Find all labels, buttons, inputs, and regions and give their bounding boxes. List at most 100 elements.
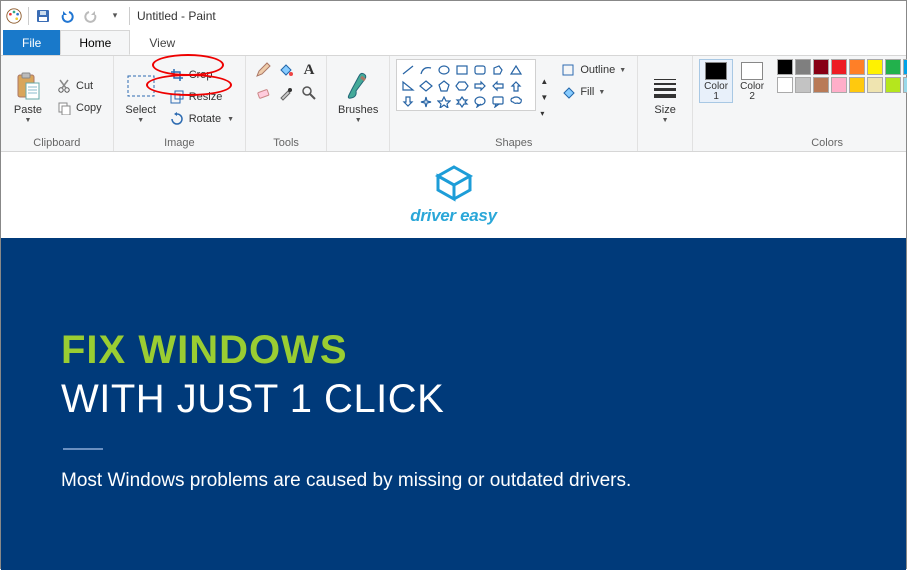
spacer xyxy=(644,135,686,151)
crop-label: Crop xyxy=(189,69,213,81)
pencil-tool[interactable] xyxy=(252,59,274,81)
paste-button[interactable]: Paste ▼ xyxy=(7,59,49,135)
shape-roundrect[interactable] xyxy=(471,62,489,78)
color-palette xyxy=(777,59,907,93)
tab-view[interactable]: View xyxy=(130,30,194,55)
palette-swatch[interactable] xyxy=(831,77,847,93)
ribbon-tabs: File Home View xyxy=(1,30,906,55)
shape-curve[interactable] xyxy=(417,62,435,78)
palette-swatch[interactable] xyxy=(795,59,811,75)
color2-button[interactable]: Color 2 xyxy=(735,59,769,103)
quick-access-toolbar: ▾ xyxy=(32,5,126,27)
brushes-label: Brushes xyxy=(338,104,378,116)
shape-pentagon[interactable] xyxy=(435,78,453,94)
shape-arrow-down[interactable] xyxy=(399,94,417,110)
shapes-scroll-down[interactable]: ▼ xyxy=(537,89,551,105)
shape-callout-round[interactable] xyxy=(471,94,489,110)
group-size: Size ▼ xyxy=(638,56,693,151)
eraser-tool[interactable] xyxy=(252,82,274,104)
shape-hexagon[interactable] xyxy=(453,78,471,94)
cut-button[interactable]: Cut xyxy=(51,75,107,97)
driver-easy-logo: driver easy xyxy=(410,164,497,226)
outline-button[interactable]: Outline ▼ xyxy=(555,59,631,81)
color1-label: Color 1 xyxy=(704,82,728,102)
palette-swatch[interactable] xyxy=(777,59,793,75)
shape-callout-rect[interactable] xyxy=(489,94,507,110)
group-image-label: Image xyxy=(120,135,239,151)
dropdown-caret-icon: ▼ xyxy=(227,116,234,123)
resize-button[interactable]: Resize xyxy=(164,86,239,108)
shape-5star[interactable] xyxy=(435,94,453,110)
brush-icon xyxy=(342,70,374,102)
shape-rect[interactable] xyxy=(453,62,471,78)
heading-line1: FIX WINDOWS xyxy=(61,328,906,373)
shape-callout-cloud[interactable] xyxy=(507,94,525,110)
select-button[interactable]: Select ▼ xyxy=(120,59,162,135)
outline-label: Outline xyxy=(580,64,615,76)
group-image: Select ▼ Crop Resize Rotate ▼ Image xyxy=(114,56,246,151)
resize-icon xyxy=(169,89,185,105)
group-shapes: ▲ ▼ ▾ Outline ▼ Fill ▼ Shapes xyxy=(390,56,638,151)
palette-swatch[interactable] xyxy=(795,77,811,93)
palette-swatch[interactable] xyxy=(885,77,901,93)
logo-text: driver easy xyxy=(410,206,497,226)
redo-icon[interactable] xyxy=(80,5,102,27)
shape-4star[interactable] xyxy=(417,94,435,110)
palette-swatch[interactable] xyxy=(831,59,847,75)
palette-swatch[interactable] xyxy=(849,59,865,75)
copy-button[interactable]: Copy xyxy=(51,97,107,119)
color-picker-tool[interactable] xyxy=(275,82,297,104)
fill-button[interactable]: Fill ▼ xyxy=(555,81,631,103)
shape-triangle[interactable] xyxy=(507,62,525,78)
text-tool[interactable]: A xyxy=(298,59,320,81)
magnifier-tool[interactable] xyxy=(298,82,320,104)
paste-label: Paste xyxy=(14,104,42,116)
fill-tool[interactable] xyxy=(275,59,297,81)
palette-swatch[interactable] xyxy=(885,59,901,75)
fill-icon xyxy=(560,84,576,100)
dropdown-caret-icon: ▼ xyxy=(137,117,144,124)
palette-swatch[interactable] xyxy=(813,77,829,93)
shape-arrow-left[interactable] xyxy=(489,78,507,94)
qat-customize-icon[interactable]: ▾ xyxy=(104,5,126,27)
palette-swatch[interactable] xyxy=(867,77,883,93)
divider xyxy=(63,448,103,450)
shapes-gallery[interactable] xyxy=(396,59,536,111)
color2-label: Color 2 xyxy=(740,82,764,102)
shapes-expand[interactable]: ▾ xyxy=(537,105,551,121)
shape-arrow-right[interactable] xyxy=(471,78,489,94)
color1-swatch xyxy=(705,62,727,80)
palette-swatch[interactable] xyxy=(813,59,829,75)
shape-oval[interactable] xyxy=(435,62,453,78)
shape-right-triangle[interactable] xyxy=(399,78,417,94)
tab-home[interactable]: Home xyxy=(60,30,130,55)
color1-button[interactable]: Color 1 xyxy=(699,59,733,103)
canvas-area[interactable]: driver easy FIX WINDOWS WITH JUST 1 CLIC… xyxy=(1,152,906,570)
palette-swatch[interactable] xyxy=(903,77,907,93)
shapes-scroll-up[interactable]: ▲ xyxy=(537,73,551,89)
shape-6star[interactable] xyxy=(453,94,471,110)
brushes-button[interactable]: Brushes ▼ xyxy=(333,59,383,135)
rotate-label: Rotate xyxy=(189,113,221,125)
shape-line[interactable] xyxy=(399,62,417,78)
copy-label: Copy xyxy=(76,102,102,114)
group-shapes-label: Shapes xyxy=(396,135,631,151)
heading-line2: WITH JUST 1 CLICK xyxy=(61,377,906,422)
tab-file[interactable]: File xyxy=(3,30,60,55)
palette-swatch[interactable] xyxy=(777,77,793,93)
undo-icon[interactable] xyxy=(56,5,78,27)
window-title: Untitled - Paint xyxy=(137,9,216,23)
size-button[interactable]: Size ▼ xyxy=(644,59,686,135)
palette-swatch[interactable] xyxy=(849,77,865,93)
shape-polygon[interactable] xyxy=(489,62,507,78)
rotate-button[interactable]: Rotate ▼ xyxy=(164,108,239,130)
palette-swatch[interactable] xyxy=(903,59,907,75)
shape-diamond[interactable] xyxy=(417,78,435,94)
shape-arrow-up[interactable] xyxy=(507,78,525,94)
paste-icon xyxy=(12,70,44,102)
group-clipboard-label: Clipboard xyxy=(7,135,107,151)
save-icon[interactable] xyxy=(32,5,54,27)
palette-swatch[interactable] xyxy=(867,59,883,75)
crop-button[interactable]: Crop xyxy=(164,64,239,86)
paragraph-1: Most Windows problems are caused by miss… xyxy=(61,470,906,492)
